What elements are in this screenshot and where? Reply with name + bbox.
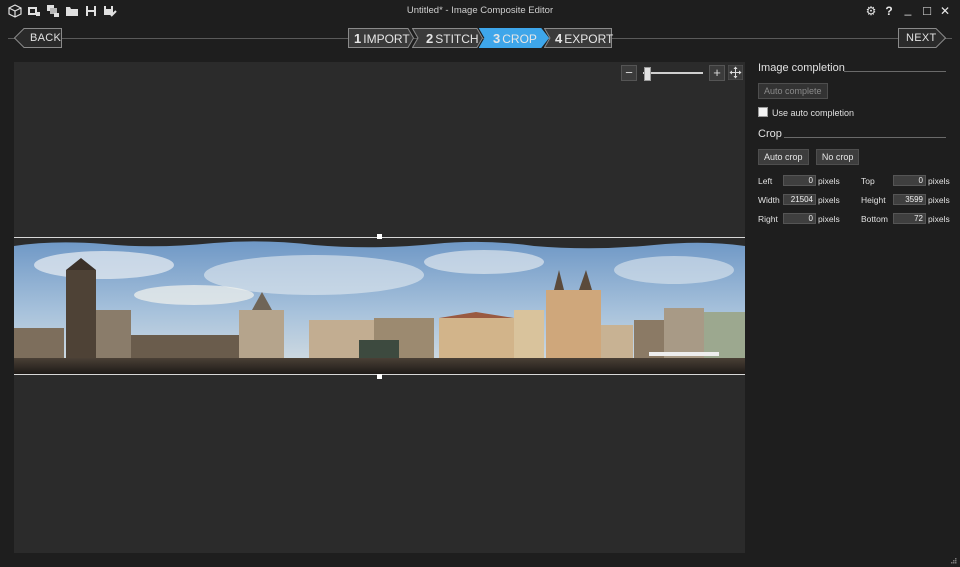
crop-width-label: Width (758, 195, 780, 205)
help-icon[interactable]: ? (881, 3, 897, 19)
zoom-slider-track[interactable] (643, 72, 703, 74)
crop-top-label: Top (861, 176, 875, 186)
use-auto-completion-checkbox[interactable] (758, 107, 768, 117)
step-crop-label: CROP (502, 32, 537, 46)
wizard-nav: BACK 1 IMPORT 2 STITCH 3 CROP 4 EXPORT N… (0, 24, 960, 52)
step-import-label: IMPORT (363, 32, 410, 46)
crop-left-input[interactable]: 0 (783, 175, 816, 186)
image-completion-section-header: Image completion (758, 62, 946, 78)
resize-grip-icon[interactable] (949, 556, 957, 564)
zoom-controls: − + (621, 65, 745, 81)
crop-width-input[interactable]: 21504 (783, 194, 816, 205)
next-label: NEXT (906, 32, 937, 44)
crop-section-header: Crop (758, 128, 946, 144)
zoom-out-button[interactable]: − (621, 65, 637, 81)
use-auto-completion-row[interactable]: Use auto completion (758, 107, 946, 119)
auto-crop-button[interactable]: Auto crop (758, 149, 809, 165)
step-import[interactable]: 1 IMPORT (348, 28, 414, 48)
panorama-image (14, 241, 745, 374)
auto-complete-button[interactable]: Auto complete (758, 83, 828, 99)
crop-top-handle[interactable] (377, 234, 382, 239)
step-export[interactable]: 4 EXPORT (544, 28, 614, 48)
image-completion-title: Image completion (758, 62, 845, 74)
crop-top-input[interactable]: 0 (893, 175, 926, 186)
step-export-label: EXPORT (564, 32, 614, 46)
next-button[interactable]: NEXT (898, 28, 946, 48)
crop-bottom-field: Bottom 72 pixels (861, 213, 950, 225)
use-auto-completion-label: Use auto completion (772, 108, 855, 118)
minimize-icon[interactable]: _ (900, 3, 916, 19)
window-title: Untitled* - Image Composite Editor (406, 5, 554, 16)
settings-icon[interactable]: ⚙ (863, 3, 879, 19)
step-crop-number: 3 (493, 31, 501, 46)
crop-height-unit: pixels (928, 195, 950, 205)
crop-left-field: Left 0 pixels (758, 175, 848, 187)
back-button[interactable]: BACK (14, 28, 62, 48)
crop-bottom-handle[interactable] (377, 374, 382, 379)
fit-to-window-icon[interactable] (728, 65, 743, 80)
crop-bottom-input[interactable]: 72 (893, 213, 926, 224)
crop-right-unit: pixels (818, 214, 840, 224)
crop-bottom-label: Bottom (861, 214, 888, 224)
crop-right-input[interactable]: 0 (783, 213, 816, 224)
crop-canvas[interactable]: − + (14, 62, 745, 553)
crop-width-unit: pixels (818, 195, 840, 205)
step-stitch-number: 2 (426, 31, 434, 46)
crop-title: Crop (758, 128, 782, 140)
zoom-in-button[interactable]: + (709, 65, 725, 81)
close-icon[interactable]: ✕ (937, 3, 953, 19)
step-import-number: 1 (354, 31, 362, 46)
no-crop-button[interactable]: No crop (815, 149, 860, 165)
wizard-steps: 1 IMPORT 2 STITCH 3 CROP 4 EXPORT (348, 28, 614, 48)
step-export-number: 4 (555, 31, 563, 46)
step-crop[interactable]: 3 CROP (479, 28, 549, 48)
crop-right-label: Right (758, 214, 778, 224)
title-bar: Untitled* - Image Composite Editor ⚙ ? _… (0, 0, 960, 22)
crop-left-label: Left (758, 176, 773, 186)
settings-panel: Image completion Auto complete Use auto … (758, 62, 950, 235)
maximize-icon[interactable]: □ (919, 3, 935, 19)
crop-height-input[interactable]: 3599 (893, 194, 926, 205)
crop-left-unit: pixels (818, 176, 840, 186)
section-divider (844, 71, 946, 72)
back-label: BACK (30, 32, 62, 44)
section-divider (784, 137, 946, 138)
crop-width-field: Width 21504 pixels (758, 194, 848, 206)
crop-height-field: Height 3599 pixels (861, 194, 950, 206)
crop-fields: Left 0 pixels Top 0 pixels Width 21504 p… (758, 175, 950, 235)
crop-top-field: Top 0 pixels (861, 175, 950, 187)
crop-top-unit: pixels (928, 176, 950, 186)
step-stitch[interactable]: 2 STITCH (412, 28, 483, 48)
step-stitch-label: STITCH (435, 32, 479, 46)
zoom-slider-thumb[interactable] (644, 67, 652, 81)
crop-height-label: Height (861, 195, 886, 205)
crop-bottom-unit: pixels (928, 214, 950, 224)
crop-right-field: Right 0 pixels (758, 213, 848, 225)
